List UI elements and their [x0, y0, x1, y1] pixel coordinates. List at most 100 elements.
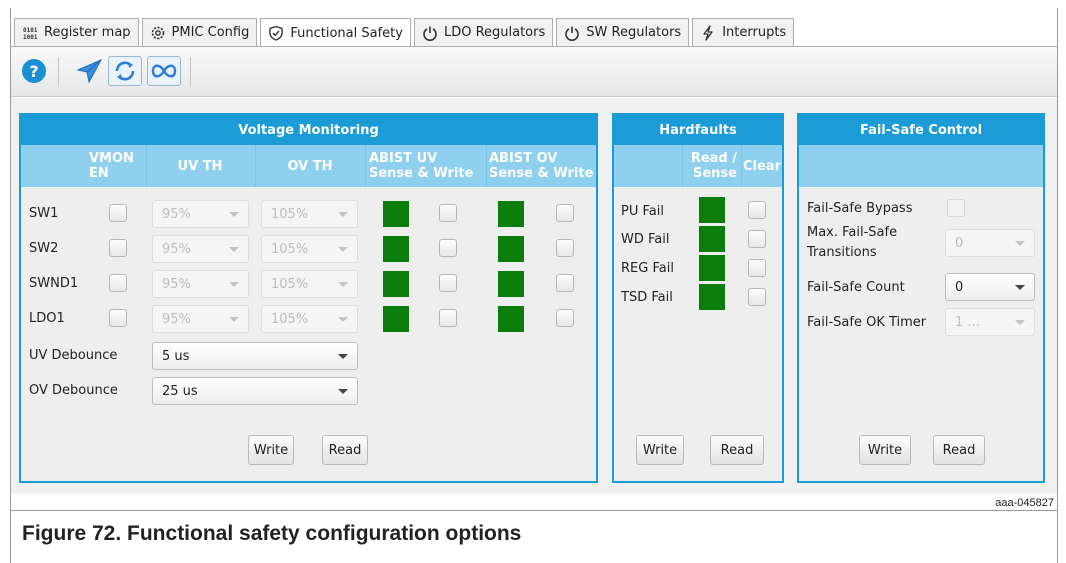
abist-ov-write-checkbox[interactable]: [556, 204, 574, 222]
ok-timer-select[interactable]: 1 ...: [945, 308, 1035, 336]
fs-read-button[interactable]: Read: [933, 435, 985, 465]
infinity-icon: [151, 64, 177, 78]
uv-debounce-select[interactable]: 5 us: [152, 342, 358, 370]
abist-uv-write-checkbox[interactable]: [439, 239, 457, 257]
abist-ov-write-checkbox[interactable]: [556, 239, 574, 257]
hf-read-button[interactable]: Read: [710, 435, 764, 465]
power-icon: [563, 24, 581, 42]
failsafe-bypass-checkbox[interactable]: [947, 199, 965, 217]
tab-ldo-regulators[interactable]: LDO Regulators: [413, 18, 554, 46]
ov-th-select[interactable]: 105%: [261, 270, 358, 298]
hardfaults-panel: Hardfaults Read / Sense Clear PU Fail WD…: [612, 113, 784, 483]
header-abist-ov: ABIST OV Sense & Write: [489, 145, 597, 187]
tsd-fail-clear-checkbox[interactable]: [748, 288, 766, 306]
header-text: ABIST UV: [369, 151, 438, 166]
tab-label: Register map: [44, 25, 131, 40]
abist-ov-status-led: [498, 201, 524, 227]
abist-uv-write-checkbox[interactable]: [439, 274, 457, 292]
uv-th-select[interactable]: 95%: [152, 235, 249, 263]
loop-button[interactable]: [147, 56, 181, 86]
row-label: SWND1: [29, 276, 79, 291]
tab-functional-safety[interactable]: Functional Safety: [260, 18, 411, 47]
tab-label: Functional Safety: [290, 25, 403, 41]
chevron-down-icon: [338, 247, 348, 252]
vmon-en-checkbox[interactable]: [109, 239, 127, 257]
send-button[interactable]: [73, 56, 105, 86]
panel-title: Hardfaults: [614, 115, 782, 145]
ov-debounce-label: OV Debounce: [29, 383, 118, 398]
wd-fail-clear-checkbox[interactable]: [748, 230, 766, 248]
header-text: ABIST OV: [489, 151, 558, 166]
toolbar-separator: [58, 57, 59, 87]
refresh-button[interactable]: [108, 56, 142, 86]
select-value: 0: [955, 279, 964, 295]
figure-caption: Figure 72. Functional safety configurati…: [22, 522, 522, 545]
abist-uv-status-led: [383, 201, 409, 227]
abist-ov-write-checkbox[interactable]: [556, 309, 574, 327]
select-value: 95%: [162, 276, 191, 292]
ov-debounce-select[interactable]: 25 us: [152, 377, 358, 405]
hf-write-button[interactable]: Write: [636, 435, 684, 465]
vmon-en-checkbox[interactable]: [109, 309, 127, 327]
select-value: 95%: [162, 241, 191, 257]
header-text: Read /: [690, 151, 737, 166]
vm-read-button[interactable]: Read: [322, 435, 368, 465]
tab-label: SW Regulators: [586, 25, 682, 40]
max-transitions-select[interactable]: 0: [945, 229, 1035, 257]
row-label: SW1: [29, 206, 59, 221]
reg-fail-clear-checkbox[interactable]: [748, 259, 766, 277]
caption-rule: [10, 510, 1058, 511]
chevron-down-icon: [338, 389, 348, 394]
select-value: 95%: [162, 206, 191, 222]
abist-uv-write-checkbox[interactable]: [439, 204, 457, 222]
help-button[interactable]: ?: [19, 56, 49, 86]
chevron-down-icon: [338, 354, 348, 359]
header-text: Sense & Write: [489, 166, 594, 181]
svg-text:?: ?: [29, 62, 38, 81]
row-label: SW2: [29, 241, 59, 256]
tab-label: LDO Regulators: [443, 25, 546, 40]
uv-th-select[interactable]: 95%: [152, 305, 249, 333]
uv-th-select[interactable]: 95%: [152, 200, 249, 228]
fs-write-button[interactable]: Write: [859, 435, 911, 465]
chevron-down-icon: [1015, 320, 1025, 325]
pu-fail-clear-checkbox[interactable]: [748, 201, 766, 219]
abist-ov-write-checkbox[interactable]: [556, 274, 574, 292]
uv-th-select[interactable]: 95%: [152, 270, 249, 298]
refresh-icon: [115, 61, 135, 81]
failsafe-count-label: Fail-Safe Count: [807, 280, 905, 295]
abist-uv-write-checkbox[interactable]: [439, 309, 457, 327]
ov-th-select[interactable]: 105%: [261, 235, 358, 263]
tab-interrupts[interactable]: Interrupts: [692, 18, 795, 46]
tab-register-map[interactable]: 0101 1001 Register map: [14, 18, 139, 46]
header-text: Clear: [743, 158, 781, 174]
max-transitions-label: Max. Fail-Safe: [807, 225, 898, 240]
vmon-en-checkbox[interactable]: [109, 204, 127, 222]
chevron-down-icon: [338, 282, 348, 287]
failsafe-count-select[interactable]: 0: [945, 273, 1035, 301]
chevron-down-icon: [338, 212, 348, 217]
shield-check-icon: [267, 24, 285, 42]
svg-text:0101: 0101: [23, 27, 37, 34]
chevron-down-icon: [1015, 241, 1025, 246]
lightning-icon: [699, 24, 717, 42]
vmon-en-checkbox[interactable]: [109, 274, 127, 292]
ov-th-select[interactable]: 105%: [261, 305, 358, 333]
failsafe-control-panel: Fail-Safe Control Fail-Safe Bypass Max. …: [797, 113, 1045, 483]
tab-pmic-config[interactable]: PMIC Config: [141, 18, 258, 46]
panel-title: Fail-Safe Control: [799, 115, 1043, 145]
vm-write-button[interactable]: Write: [248, 435, 294, 465]
help-icon: ?: [22, 59, 46, 83]
ov-th-select[interactable]: 105%: [261, 200, 358, 228]
tab-label: PMIC Config: [171, 25, 250, 40]
pu-fail-status-led: [699, 197, 725, 223]
panel-header: [799, 145, 1043, 187]
abist-uv-status-led: [383, 306, 409, 332]
send-icon: [76, 58, 103, 84]
header-abist-uv: ABIST UV Sense & Write: [369, 145, 485, 187]
tsd-fail-status-led: [699, 284, 725, 310]
row-label: TSD Fail: [621, 290, 673, 305]
header-text: Sense: [693, 166, 737, 181]
tab-label: Interrupts: [722, 25, 787, 40]
tab-sw-regulators[interactable]: SW Regulators: [556, 18, 690, 46]
